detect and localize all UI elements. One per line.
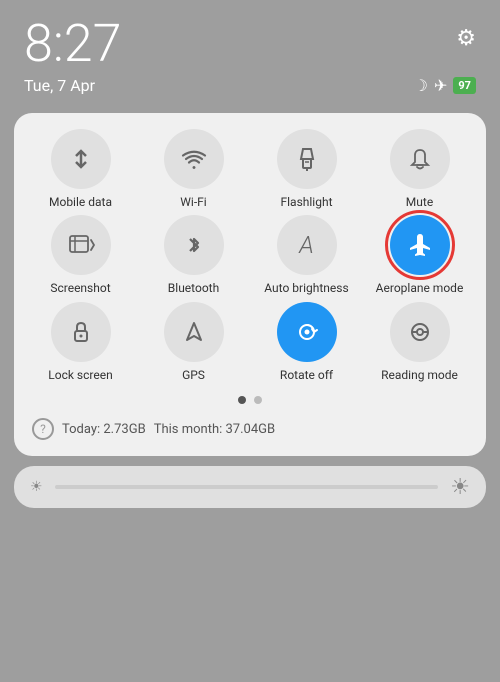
brightness-bar[interactable]: ☀ ☀ <box>14 466 486 508</box>
date-row: Tue, 7 Apr ☽ ✈ 97 <box>0 76 500 105</box>
mute-icon <box>390 129 450 189</box>
data-usage-row: ? Today: 2.73GB This month: 37.04GB <box>26 414 474 442</box>
tile-grid: Mobile data Wi-Fi <box>26 129 474 382</box>
rotate-off-label: Rotate off <box>280 368 333 382</box>
brightness-track[interactable] <box>55 485 439 489</box>
mute-label: Mute <box>406 195 433 209</box>
screenshot-label: Screenshot <box>50 281 110 295</box>
battery-indicator: 97 <box>453 77 476 94</box>
tile-auto-brightness[interactable]: A Auto brightness <box>252 215 361 295</box>
bluetooth-label: Bluetooth <box>168 281 219 295</box>
tile-gps[interactable]: GPS <box>139 302 248 382</box>
tile-mobile-data[interactable]: Mobile data <box>26 129 135 209</box>
mobile-data-label: Mobile data <box>49 195 112 209</box>
bluetooth-icon <box>164 215 224 275</box>
tile-aeroplane-mode[interactable]: Aeroplane mode <box>365 215 474 295</box>
aeroplane-mode-icon <box>390 215 450 275</box>
reading-mode-label: Reading mode <box>381 368 458 382</box>
brightness-low-icon: ☀ <box>30 479 43 495</box>
lock-screen-icon <box>51 302 111 362</box>
dot-2 <box>254 396 262 404</box>
data-usage-icon: ? <box>32 418 54 440</box>
status-icons: ☽ ✈ 97 <box>414 76 476 95</box>
flashlight-label: Flashlight <box>281 195 333 209</box>
gps-label: GPS <box>182 368 205 382</box>
time-display: 8:27 <box>24 18 121 70</box>
flashlight-icon <box>277 129 337 189</box>
reading-mode-icon <box>390 302 450 362</box>
tile-screenshot[interactable]: Screenshot <box>26 215 135 295</box>
today-usage: Today: 2.73GB <box>62 422 146 437</box>
gps-icon <box>164 302 224 362</box>
lock-screen-label: Lock screen <box>48 368 112 382</box>
page-dots <box>26 396 474 404</box>
aeroplane-highlight-wrapper <box>390 215 450 275</box>
tile-lock-screen[interactable]: Lock screen <box>26 302 135 382</box>
auto-brightness-label: Auto brightness <box>264 281 348 295</box>
status-bar: 8:27 ⚙ <box>0 0 500 76</box>
rotate-off-icon <box>277 302 337 362</box>
dot-1 <box>238 396 246 404</box>
mobile-data-icon <box>51 129 111 189</box>
date-display: Tue, 7 Apr <box>24 76 95 95</box>
tile-wifi[interactable]: Wi-Fi <box>139 129 248 209</box>
gear-icon[interactable]: ⚙ <box>456 26 476 51</box>
wifi-icon <box>164 129 224 189</box>
moon-icon: ☽ <box>414 76 428 95</box>
auto-brightness-icon: A <box>277 215 337 275</box>
tile-bluetooth[interactable]: Bluetooth <box>139 215 248 295</box>
airplane-status-icon: ✈ <box>434 76 447 95</box>
tile-rotate-off[interactable]: Rotate off <box>252 302 361 382</box>
wifi-label: Wi-Fi <box>180 195 206 209</box>
month-usage: This month: 37.04GB <box>154 422 275 437</box>
tile-mute[interactable]: Mute <box>365 129 474 209</box>
brightness-high-icon: ☀ <box>450 475 470 500</box>
screenshot-icon <box>51 215 111 275</box>
tile-flashlight[interactable]: Flashlight <box>252 129 361 209</box>
quick-panel: Mobile data Wi-Fi <box>14 113 486 456</box>
aeroplane-mode-label: Aeroplane mode <box>376 281 464 295</box>
aeroplane-icon-wrapper <box>390 215 450 275</box>
tile-reading-mode[interactable]: Reading mode <box>365 302 474 382</box>
